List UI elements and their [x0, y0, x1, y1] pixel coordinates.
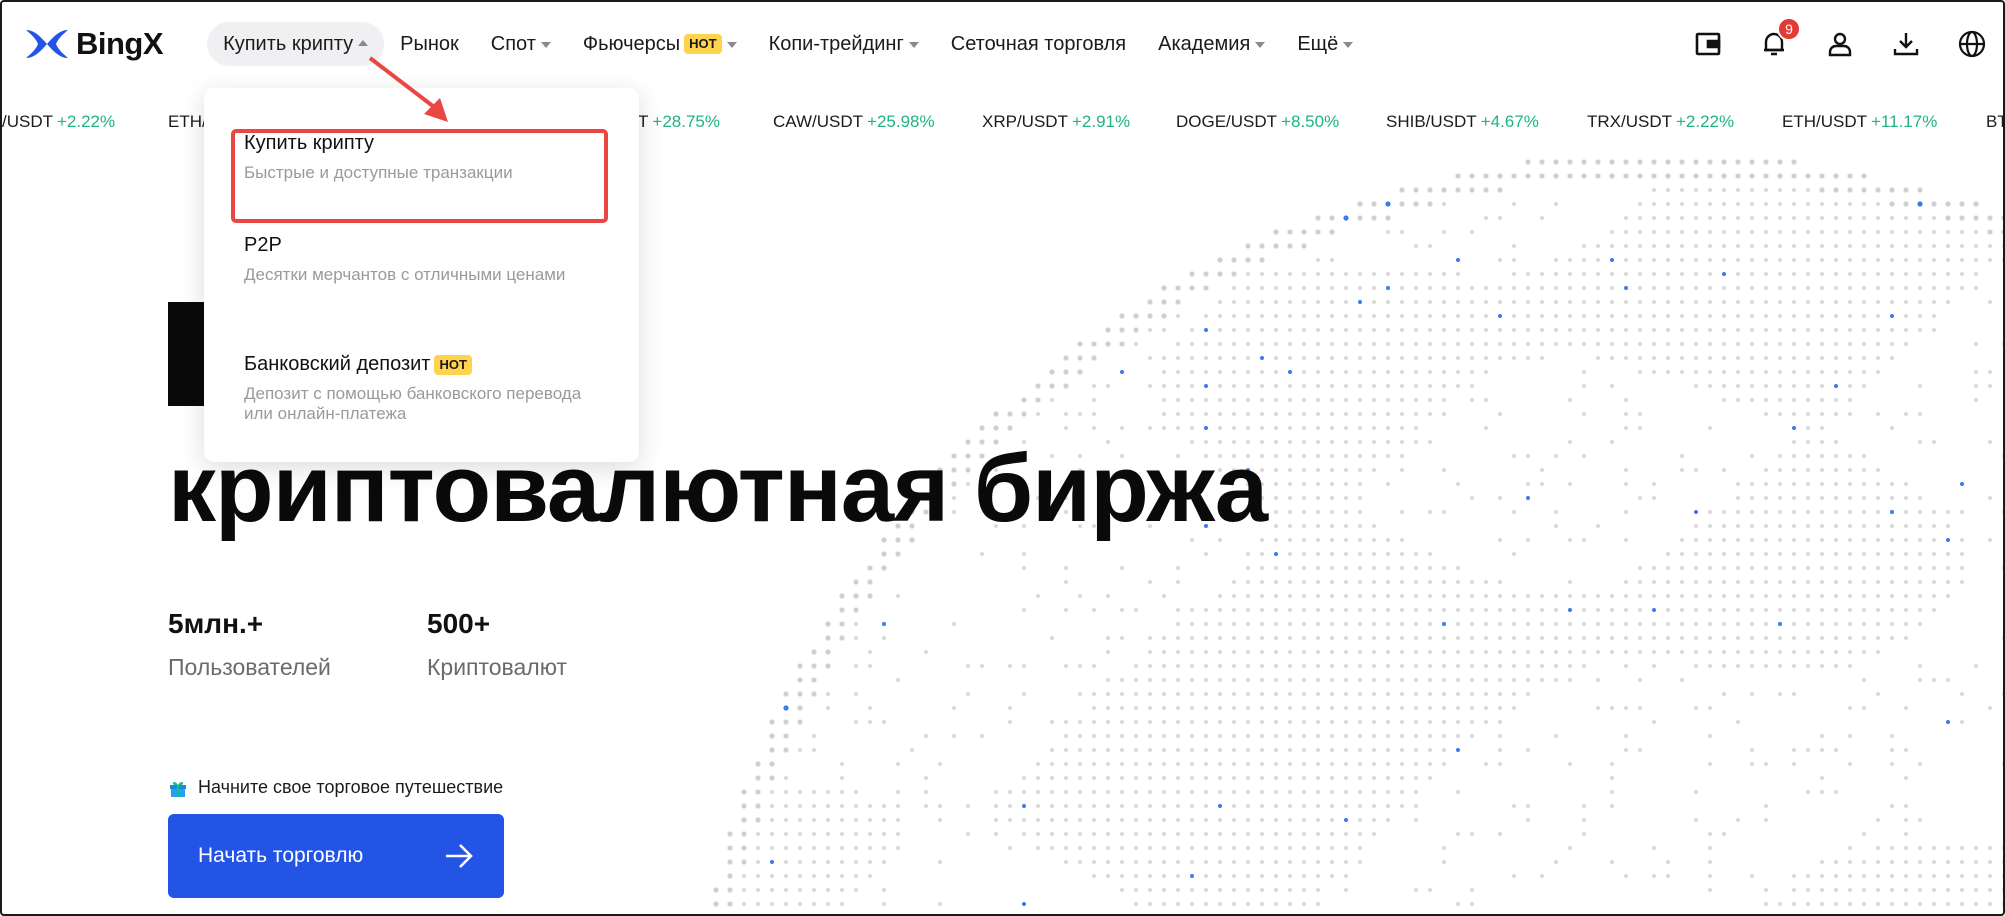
nav-label: Купить крипту	[223, 32, 354, 55]
nav-copy-trading[interactable]: Копи-трейдинг	[753, 22, 935, 66]
wallet-icon	[1695, 32, 1721, 56]
hot-badge: HOT	[434, 354, 472, 375]
ticker-pair: XRP/USDT	[982, 112, 1068, 131]
dropdown-item-bank-deposit[interactable]: Банковский депозит HOT Депозит с помощью…	[244, 353, 604, 424]
chevron-down-icon	[908, 42, 919, 48]
nav-spot[interactable]: Спот	[475, 22, 567, 66]
nav-grid-trading[interactable]: Сеточная торговля	[935, 22, 1142, 66]
stat-value: 500+	[427, 608, 491, 639]
ticker-item[interactable]: TRX/USDT +2.22%	[1587, 112, 1734, 132]
nav-more[interactable]: Ещё	[1281, 22, 1369, 66]
ticker-pair: ETH/	[168, 112, 207, 131]
ticker-item[interactable]: T +28.75%	[638, 112, 720, 132]
ticker-pair: CAW/USDT	[773, 112, 864, 131]
ticker-item[interactable]: BT	[1986, 112, 2003, 132]
top-navbar: BingX Купить крипту Рынок Спот Фьючерсы …	[2, 2, 2003, 86]
dropdown-item-p2p[interactable]: P2P Десятки мерчантов с отличными ценами	[244, 234, 604, 285]
journey-text: Начните свое торговое путешествие	[198, 777, 504, 797]
wallet-button[interactable]	[1693, 29, 1723, 59]
stat-users: 5млн.+ Пользователей	[168, 608, 331, 681]
nav-actions: 9	[1693, 2, 1987, 86]
stat-label: Пользователей	[168, 654, 331, 680]
account-button[interactable]	[1825, 29, 1855, 59]
ticker-pair: SHIB/USDT	[1386, 112, 1477, 131]
dropdown-item-desc: Десятки мерчантов с отличными ценами	[244, 265, 566, 284]
browser-frame: BingX Купить крипту Рынок Спот Фьючерсы …	[0, 0, 2005, 916]
cta-label: Начать торговлю	[198, 844, 364, 867]
chevron-up-icon	[358, 40, 369, 46]
ticker-pair: ETH/USDT	[1782, 112, 1867, 131]
hot-badge: HOT	[684, 34, 722, 54]
ticker-pair: TRX/USDT	[1587, 112, 1672, 131]
ticker-change: +25.98%	[867, 112, 935, 131]
chevron-down-icon	[540, 42, 551, 48]
logo-text: BingX	[76, 26, 164, 61]
chevron-down-icon	[726, 42, 737, 48]
nav-label: Рынок	[400, 32, 459, 55]
nav-market[interactable]: Рынок	[384, 22, 475, 66]
ticker-change: +2.22%	[1676, 112, 1735, 131]
arrow-right-icon	[446, 844, 473, 868]
stat-cryptos: 500+ Криптовалют	[427, 608, 567, 681]
notification-count-badge: 9	[1777, 17, 1801, 41]
ticker-item[interactable]: /USDT +2.22%	[2, 112, 115, 132]
ticker-pair: T	[638, 112, 649, 131]
dropdown-item-title: Купить крипту	[244, 132, 375, 154]
stat-value: 5млн.+	[168, 608, 264, 639]
dropdown-item-desc: Быстрые и доступные транзакции	[244, 163, 513, 182]
ticker-item[interactable]: SHIB/USDT +4.67%	[1386, 112, 1539, 132]
user-icon	[1828, 32, 1852, 57]
ticker-item[interactable]: XRP/USDT +2.91%	[982, 112, 1130, 132]
main-nav: Купить крипту Рынок Спот Фьючерсы HOT Ко…	[207, 2, 1369, 86]
ticker-item[interactable]: ETH/USDT +11.17%	[1782, 112, 1937, 132]
gift-icon	[170, 781, 186, 797]
download-icon	[1893, 33, 1919, 56]
nav-label: Ещё	[1297, 32, 1339, 55]
bingx-logo[interactable]: BingX	[24, 26, 164, 62]
ticker-pair: BT	[1986, 112, 2003, 131]
nav-buy-crypto[interactable]: Купить крипту	[207, 22, 385, 66]
ticker-change: +2.91%	[1071, 112, 1131, 131]
ticker-change: +2.22%	[57, 112, 116, 131]
globe-icon	[1958, 30, 1986, 58]
ticker-pair: /USDT	[2, 112, 53, 131]
ticker-change: +8.50%	[1281, 112, 1340, 131]
nav-label: Спот	[490, 32, 536, 55]
journey-prompt: Начните свое торговое путешествие	[168, 777, 503, 798]
nav-label: Копи-трейдинг	[768, 32, 904, 55]
dropdown-item-title: P2P	[244, 234, 282, 256]
nav-label: Академия	[1158, 32, 1251, 55]
download-button[interactable]	[1891, 29, 1921, 59]
ticker-item[interactable]: CAW/USDT +25.98%	[773, 112, 935, 132]
dropdown-item-title: Банковский депозит	[244, 353, 431, 375]
dropdown-item-desc: Депозит с помощью банковского перевода и…	[244, 384, 582, 423]
language-button[interactable]	[1957, 29, 1987, 59]
stat-label: Криптовалют	[427, 654, 568, 680]
ticker-change: +11.17%	[1871, 112, 1938, 131]
nav-label: Фьючерсы	[582, 32, 681, 55]
ticker-pair: DOGE/USDT	[1176, 112, 1278, 131]
nav-academy[interactable]: Академия	[1142, 22, 1281, 66]
dropdown-item-buy-crypto[interactable]: Купить крипту Быстрые и доступные транза…	[244, 132, 604, 183]
chevron-down-icon	[1255, 42, 1266, 48]
nav-futures[interactable]: Фьючерсы HOT	[567, 22, 753, 66]
ticker-change: +4.67%	[1480, 112, 1539, 131]
notifications-button[interactable]: 9	[1759, 17, 1801, 59]
nav-label: Сеточная торговля	[950, 32, 1127, 55]
ticker-item[interactable]: DOGE/USDT +8.50%	[1176, 112, 1339, 132]
start-trading-button[interactable]: Начать торговлю	[168, 814, 504, 898]
bingx-logo-icon	[26, 30, 68, 58]
buy-crypto-dropdown: Купить крипту Быстрые и доступные транза…	[204, 88, 639, 462]
chevron-down-icon	[1343, 42, 1354, 48]
ticker-change: +28.75%	[652, 112, 720, 131]
